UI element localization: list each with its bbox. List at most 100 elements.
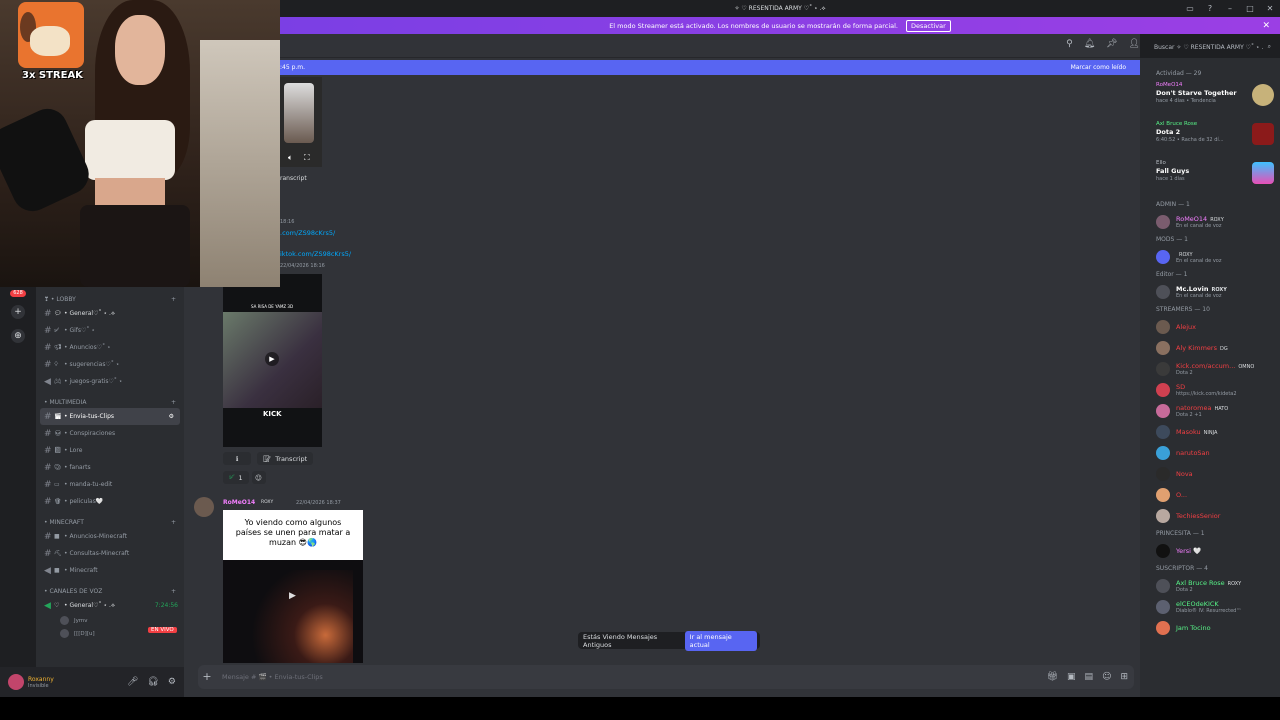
channel-fanarts[interactable]: # 🎨︎ • fanarts <box>36 459 184 476</box>
channel-gifs[interactable]: # ✅︎ • Gifs♡˚ ⋆ <box>36 322 184 339</box>
inbox-icon[interactable]: ▭ <box>1180 4 1200 13</box>
close-window-button[interactable]: ✕ <box>1260 4 1280 13</box>
channel-anuncios-minecraft[interactable]: # ■ • Anuncios-Minecraft <box>36 528 184 545</box>
author-avatar[interactable] <box>194 497 214 517</box>
settings-gear-icon[interactable]: ⚙ <box>168 677 176 687</box>
voice-channel-general[interactable]: ◀ ♡ • General♡˚ ⋆ .⟡ 7:24:56 <box>36 597 184 614</box>
channel-settings-icon[interactable]: ⚙ <box>169 413 174 420</box>
member-item[interactable]: Nova <box>1140 463 1280 484</box>
add-channel-icon[interactable]: + <box>171 296 176 303</box>
disable-streamer-button[interactable]: Desactivar <box>906 19 951 32</box>
discover-icon[interactable]: ⊕ <box>11 329 25 343</box>
channel-lore[interactable]: # 📙︎ • Lore <box>36 442 184 459</box>
add-channel-icon[interactable]: + <box>171 519 176 526</box>
threads-icon[interactable]: ⚲ <box>1066 39 1073 49</box>
channel-clips[interactable]: # 🎬︎ • Envia-tus-Clips ⚙ <box>40 408 180 425</box>
activity-item[interactable]: Axl Bruce Rose Dota 2 6:40:52 • Racha de 3… <box>1140 119 1280 158</box>
transcript-button-1[interactable]: ranscript <box>280 175 307 182</box>
notifications-icon[interactable]: 🔔︎ <box>1084 39 1095 49</box>
fullscreen-icon[interactable]: ⛶ <box>304 153 310 163</box>
channel-juegos[interactable]: ◀ 🎮︎ • juegos-gratis♡˚ ⋆ <box>36 373 184 390</box>
member-item[interactable]: ROXY En el canal de voz <box>1140 246 1280 267</box>
headphones-icon[interactable]: 🎧︎ <box>147 677 158 687</box>
play-icon[interactable]: ▶ <box>265 352 279 366</box>
emoji-icon[interactable]: ☺ <box>1102 672 1111 682</box>
apps-icon[interactable]: ⊞ <box>1120 672 1128 682</box>
member-item[interactable]: RoMeO14 ROXY En el canal de voz <box>1140 211 1280 232</box>
reaction-check[interactable]: ✅︎ 1 <box>223 471 249 484</box>
voice-user[interactable]: Jymv <box>36 614 184 627</box>
message-timestamp-2: 22/04/2026 18:16 <box>280 263 325 269</box>
channel-anuncios[interactable]: # 📢︎ • Anuncios♡˚ ⋆ <box>36 339 184 356</box>
gift-icon[interactable]: 🎁︎ <box>1047 672 1058 682</box>
activity-item[interactable]: Ello Fall Guys hace 1 días <box>1140 158 1280 197</box>
activity-sub: 6:40:52 • Racha de 32 dí... <box>1156 137 1224 143</box>
add-attachment-icon[interactable]: + <box>200 670 214 684</box>
mark-read-button[interactable]: Marcar como leído <box>1071 64 1126 71</box>
avatar[interactable] <box>8 674 24 690</box>
help-icon[interactable]: ? <box>1200 4 1220 13</box>
play-icon-2[interactable]: ▶ <box>289 591 296 601</box>
channel-conspiraciones[interactable]: # 👽︎ • Conspiraciones <box>36 425 184 442</box>
category-voz[interactable]: • CANALES DE VOZ + <box>36 585 184 597</box>
close-banner-icon[interactable]: ✕ <box>1262 21 1270 31</box>
unread-bar[interactable]: :45 p.m. Marcar como leído <box>280 60 1140 75</box>
channel-sugerencias[interactable]: # 💡︎ • sugerencias♡˚ ⋆ <box>36 356 184 373</box>
minimize-button[interactable]: – <box>1220 4 1240 13</box>
channel-peliculas[interactable]: # 🍿︎ • peliculas🤍 <box>36 493 184 510</box>
members-list-icon[interactable]: 👤︎ <box>1129 39 1140 49</box>
channel-label: • Conspiraciones <box>64 430 116 437</box>
video-embed-1[interactable]: 🔈︎ ⛶ <box>280 77 322 167</box>
member-item[interactable]: Kick.com/accum... OMNO Dota 2 <box>1140 358 1280 379</box>
pin-icon[interactable]: 📌︎ <box>1106 39 1117 49</box>
old-messages-text: Estás Viendo Mensajes Antiguos <box>583 632 658 649</box>
transcript-button-2[interactable]: 📝︎ Transcript <box>257 452 313 465</box>
message-input[interactable] <box>222 673 822 681</box>
member-name: O... <box>1176 490 1188 499</box>
add-server-icon[interactable]: + <box>11 305 25 319</box>
member-item[interactable]: Mc.Lovin ROXY En el canal de voz <box>1140 281 1280 302</box>
message-link-1[interactable]: .com/ZS98cKrs5/ <box>280 229 335 237</box>
video-info-button[interactable]: ℹ <box>223 452 251 465</box>
search-box[interactable]: Buscar ✧ ♡ RESENTIDA ARMY ♡˚ ⋆ . ⌕ <box>1150 40 1275 54</box>
streak-label: 3x STREAK <box>22 70 83 81</box>
add-channel-icon[interactable]: + <box>171 588 176 595</box>
member-item[interactable]: Jam Tocino <box>1140 617 1280 638</box>
activity-item[interactable]: RoMeO14 Don't Starve Together hace 4 días … <box>1140 80 1280 119</box>
member-name: RoMeO14 <box>1176 214 1208 223</box>
message-link-2[interactable]: iktok.com/ZS98cKrs5/ <box>280 250 351 258</box>
sticker-icon[interactable]: ▤ <box>1085 672 1094 682</box>
member-item[interactable]: O... <box>1140 484 1280 505</box>
channel-minecraft-voice[interactable]: ◀ ■ • Minecraft <box>36 562 184 579</box>
volume-icon[interactable]: 🔈︎ <box>288 153 293 163</box>
channel-consultas-minecraft[interactable]: # ⛏ • Consultas-Minecraft <box>36 545 184 562</box>
category-lobby[interactable]: ❣ • LOBBY + <box>36 293 184 305</box>
add-reaction-button[interactable]: ☺ <box>252 471 266 484</box>
jump-to-present-button[interactable]: Ir al mensaje actual <box>684 630 757 651</box>
category-multimedia[interactable]: • MULTIMEDIA + <box>36 396 184 408</box>
category-minecraft[interactable]: • MINECRAFT + <box>36 516 184 528</box>
mic-icon[interactable]: 🎤︎ <box>127 677 138 687</box>
member-item[interactable]: Masoku NINJA <box>1140 421 1280 442</box>
hash-icon: # <box>44 548 52 559</box>
member-item[interactable]: TechiesSenior <box>1140 505 1280 526</box>
window-controls: ▭ ? – □ ✕ <box>1180 0 1280 17</box>
channel-edit[interactable]: # ▭ • manda-tu-edit <box>36 476 184 493</box>
channel-general[interactable]: # 💬︎ • General♡˚ ⋆ .⟡ <box>36 305 184 322</box>
message-author[interactable]: RoMeO14 <box>223 499 255 506</box>
member-item[interactable]: Yersi 🤍 <box>1140 540 1280 561</box>
member-item[interactable]: Axl Bruce Rose ROXY Dota 2 <box>1140 575 1280 596</box>
member-item[interactable]: SD https://kick.com/kideta2 <box>1140 379 1280 400</box>
video-embed-3[interactable]: Yo viendo como algunos países se unen pa… <box>223 510 363 663</box>
member-item[interactable]: natoromea HATO Dota 2 +1 <box>1140 400 1280 421</box>
add-channel-icon[interactable]: + <box>171 399 176 406</box>
voice-user-name: [[[D][u] <box>74 630 95 637</box>
maximize-button[interactable]: □ <box>1240 4 1260 13</box>
video-embed-2[interactable]: SA RISA DE YAMZ 3D ▶ KICK <box>223 274 322 447</box>
member-name: Nova <box>1176 469 1193 478</box>
gif-icon[interactable]: ▣ <box>1067 672 1076 682</box>
member-item[interactable]: Alejux <box>1140 316 1280 337</box>
member-item[interactable]: Aly Kimmers DG <box>1140 337 1280 358</box>
member-item[interactable]: narutoSan <box>1140 442 1280 463</box>
member-item[interactable]: elCEOdeKICK Diablo® IV: Resurrected™ <box>1140 596 1280 617</box>
